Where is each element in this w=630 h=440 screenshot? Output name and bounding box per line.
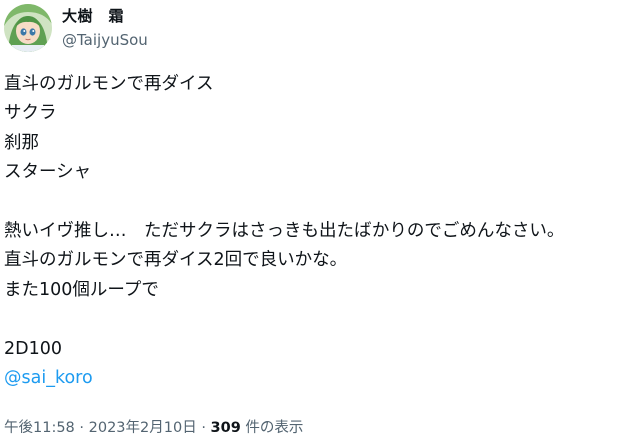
tweet-text: 直斗のガルモンで再ダイス サクラ 刹那 スターシャ 熱いイヴ推し… ただサクラは…: [4, 70, 626, 393]
anime-girl-avatar-icon: [4, 4, 52, 52]
tweet-line: スターシャ: [4, 162, 92, 183]
tweet-line: また100個ループで: [4, 279, 159, 300]
display-name[interactable]: 大樹 霜: [62, 6, 124, 26]
tweet-meta: 午後11:58 · 2023年2月10日 · 309 件の表示: [4, 418, 303, 438]
views-count[interactable]: 309: [211, 420, 241, 436]
tweet-date[interactable]: 2023年2月10日: [89, 420, 197, 436]
tweet-line: 2D100: [4, 338, 63, 359]
views-label: 件の表示: [245, 420, 304, 436]
tweet-line: 直斗のガルモンで再ダイス: [4, 74, 214, 94]
tweet-line: 刹那: [4, 132, 39, 153]
tweet-line: 熱いイヴ推し… ただサクラはさっきも出たばかりのでごめんなさい。: [4, 220, 565, 241]
username-handle[interactable]: @TaijyuSou: [62, 30, 148, 50]
mention-link[interactable]: @sai_koro: [4, 368, 93, 388]
tweet-time[interactable]: 午後11:58: [4, 420, 75, 436]
tweet-line: サクラ: [4, 103, 57, 124]
meta-separator: ·: [79, 420, 85, 436]
avatar[interactable]: [4, 4, 52, 52]
meta-separator: ·: [201, 420, 206, 436]
tweet-line: 直斗のガルモンで再ダイス2回で良いかな。: [4, 250, 348, 271]
